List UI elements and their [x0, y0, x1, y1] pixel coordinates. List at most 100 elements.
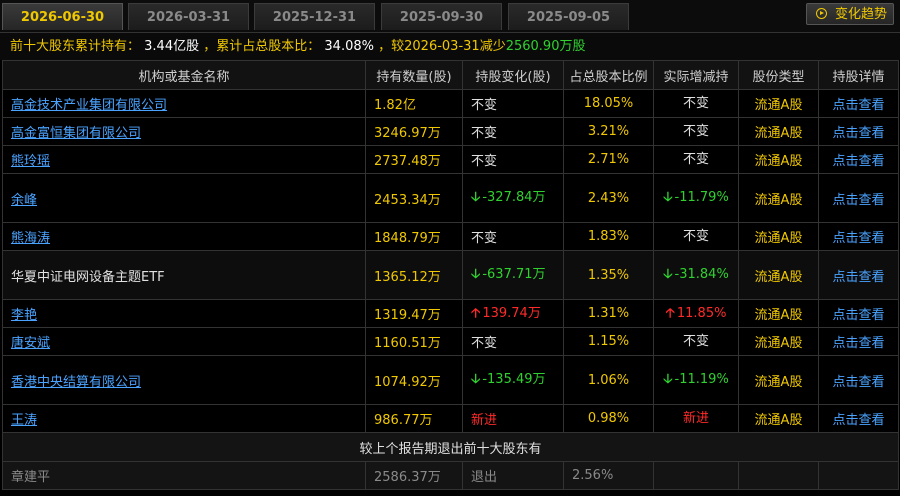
trend-button-label: 变化趋势	[835, 7, 888, 22]
hold-change-value: 不变	[471, 98, 498, 113]
shareholder-name[interactable]: 余峰	[11, 193, 37, 208]
actual-change: 新进	[653, 404, 739, 433]
share-type: 流通A股	[738, 327, 819, 356]
shareholder-name-cell: 余峰	[2, 173, 366, 223]
share-ratio: 1.06%	[563, 355, 654, 405]
view-detail-link[interactable]: 点击查看	[832, 126, 884, 141]
hold-quantity: 1160.51万	[365, 327, 463, 356]
detail-cell: 点击查看	[818, 173, 899, 223]
view-detail-link[interactable]: 点击查看	[832, 336, 884, 351]
share-type: 流通A股	[738, 173, 819, 223]
actual-change: 不变	[653, 327, 739, 356]
hold-quantity: 1.82亿	[365, 89, 463, 118]
hold-quantity: 2453.34万	[365, 173, 463, 223]
arrow-up-icon: 🡡	[471, 305, 481, 321]
shareholder-name-cell: 王涛	[2, 404, 366, 433]
actual-change: 不变	[653, 222, 739, 251]
view-detail-link[interactable]: 点击查看	[832, 231, 884, 246]
shareholder-name[interactable]: 熊海涛	[11, 231, 50, 246]
shareholder-name-cell: 熊玲瑶	[2, 145, 366, 174]
shareholder-name-cell: 唐安斌	[2, 327, 366, 356]
detail-cell: 点击查看	[818, 89, 899, 118]
share-type: 流通A股	[738, 145, 819, 174]
arrow-down-icon: 🡣	[471, 267, 481, 282]
hold-change-value: -135.49万	[482, 372, 546, 387]
view-detail-link[interactable]: 点击查看	[832, 413, 884, 428]
share-ratio: 1.83%	[563, 222, 654, 251]
hold-change: 不变	[462, 327, 564, 356]
tab-2026-03-31[interactable]: 2026-03-31	[128, 3, 249, 30]
tab-2026-06-30[interactable]: 2026-06-30	[2, 3, 123, 30]
empty-cell	[653, 461, 739, 490]
actual-change-value: -11.19%	[674, 372, 729, 387]
hold-change-value: 不变	[471, 154, 498, 169]
shareholder-name[interactable]: 熊玲瑶	[11, 154, 50, 169]
view-detail-link[interactable]: 点击查看	[832, 270, 884, 285]
exited-hold: 2586.37万	[365, 461, 463, 490]
trend-button[interactable]: 变化趋势	[806, 3, 894, 25]
detail-cell: 点击查看	[818, 222, 899, 251]
exited-ratio: 2.56%	[563, 461, 654, 490]
hold-change-value: 新进	[471, 413, 498, 428]
actual-change-value: 不变	[682, 333, 709, 349]
shareholder-name[interactable]: 唐安斌	[11, 336, 50, 351]
share-ratio: 3.21%	[563, 117, 654, 146]
share-type: 流通A股	[738, 299, 819, 328]
hold-change: 不变	[462, 222, 564, 251]
col-type: 股份类型	[738, 60, 819, 90]
view-detail-link[interactable]: 点击查看	[832, 375, 884, 390]
detail-cell: 点击查看	[818, 117, 899, 146]
table-row: 唐安斌 1160.51万 不变 1.15% 不变 流通A股 点击查看	[2, 327, 899, 356]
actual-change-value: 不变	[682, 228, 709, 244]
arrow-up-icon: 🡡	[665, 305, 675, 321]
detail-cell: 点击查看	[818, 404, 899, 433]
shareholder-name[interactable]: 王涛	[11, 413, 37, 428]
view-detail-link[interactable]: 点击查看	[832, 193, 884, 208]
arrow-down-icon: 🡣	[663, 372, 673, 387]
tab-2025-12-31[interactable]: 2025-12-31	[254, 3, 375, 30]
view-detail-link[interactable]: 点击查看	[832, 154, 884, 169]
hold-change-value: -637.71万	[482, 267, 546, 282]
tab-2025-09-05[interactable]: 2025-09-05	[508, 3, 629, 30]
actual-change: 不变	[653, 145, 739, 174]
share-ratio: 1.15%	[563, 327, 654, 356]
share-type: 流通A股	[738, 117, 819, 146]
hold-change-value: -327.84万	[482, 190, 546, 205]
col-actual: 实际增减持	[653, 60, 739, 90]
share-ratio: 1.35%	[563, 250, 654, 300]
summary-total: 3.44亿股	[144, 39, 200, 54]
actual-change: 不变	[653, 117, 739, 146]
col-hold: 持有数量(股)	[365, 60, 463, 90]
actual-change-value: 11.85%	[676, 305, 727, 321]
exited-header: 较上个报告期退出前十大股东有	[2, 432, 899, 462]
hold-change: 🡣 -135.49万	[462, 355, 564, 405]
share-type: 流通A股	[738, 89, 819, 118]
shareholder-name[interactable]: 香港中央结算有限公司	[11, 375, 141, 390]
hold-change: 🡣 -327.84万	[462, 173, 564, 223]
shareholder-name[interactable]: 高金富恒集团有限公司	[11, 126, 141, 141]
table-row: 熊海涛 1848.79万 不变 1.83% 不变 流通A股 点击查看	[2, 222, 899, 251]
actual-change-value: 不变	[682, 123, 709, 139]
report-date-tabs: 2026-06-30 2026-03-31 2025-12-31 2025-09…	[0, 0, 900, 32]
table-row: 王涛 986.77万 新进 0.98% 新进 流通A股 点击查看	[2, 404, 899, 433]
hold-change-value: 139.74万	[482, 305, 541, 321]
empty-cell	[818, 461, 899, 490]
summary-change-value: 2560.90万股	[505, 39, 586, 54]
shareholder-name[interactable]: 李艳	[11, 308, 37, 323]
actual-change-value: -11.79%	[674, 190, 729, 205]
view-detail-link[interactable]: 点击查看	[832, 308, 884, 323]
hold-change-value: 不变	[471, 231, 498, 246]
shareholder-name[interactable]: 高金技术产业集团有限公司	[11, 98, 167, 113]
tab-2025-09-30[interactable]: 2025-09-30	[381, 3, 502, 30]
detail-cell: 点击查看	[818, 250, 899, 300]
exited-name-text: 章建平	[11, 470, 51, 485]
table-row: 余峰 2453.34万 🡣 -327.84万 2.43% 🡣 -11.79% 流通A股 点击查看	[2, 173, 899, 223]
actual-change-value: -31.84%	[674, 267, 729, 282]
hold-change: 不变	[462, 117, 564, 146]
col-name: 机构或基金名称	[2, 60, 366, 90]
hold-quantity: 3246.97万	[365, 117, 463, 146]
holdings-summary: 前十大股东累计持有： 3.44亿股 ，累计占总股本比： 34.08% ，较202…	[0, 32, 900, 60]
shareholder-name-cell: 熊海涛	[2, 222, 366, 251]
share-ratio: 1.31%	[563, 299, 654, 328]
view-detail-link[interactable]: 点击查看	[832, 98, 884, 113]
